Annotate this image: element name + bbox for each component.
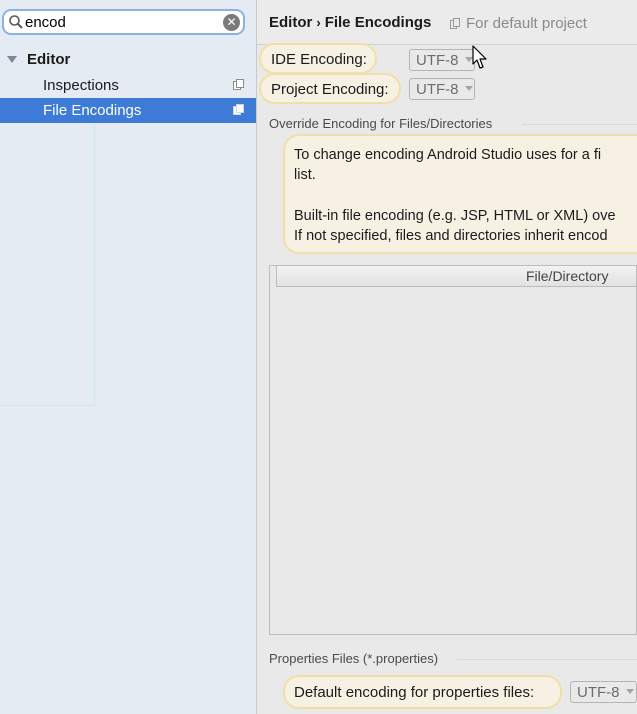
sidebar-item-file-encodings[interactable]: File Encodings — [0, 98, 256, 123]
section-divider — [522, 124, 637, 125]
expand-triangle-icon[interactable] — [7, 55, 17, 63]
tree-group-label: Editor — [27, 50, 71, 68]
project-scope-icon — [233, 79, 244, 90]
project-scope-icon — [233, 104, 244, 115]
override-section-title: Override Encoding for Files/Directories — [269, 116, 493, 131]
tree-group-editor[interactable]: Editor — [0, 48, 256, 70]
panel-header: Editor › File Encodings For default projec… — [257, 0, 637, 45]
properties-encoding-value: UTF-8 — [577, 684, 620, 701]
ide-encoding-label: IDE Encoding: — [271, 51, 367, 68]
sidebar-item-inspections[interactable]: Inspections — [0, 73, 256, 98]
file-encoding-table[interactable]: File/Directory — [269, 265, 637, 635]
ide-encoding-value: UTF-8 — [416, 52, 459, 69]
settings-sidebar: ✕ Editor Inspections File Encodings — [0, 0, 257, 714]
project-encoding-label-highlight: Project Encoding: — [259, 73, 401, 104]
info-line: Built-in file encoding (e.g. JSP, HTML o… — [294, 208, 616, 224]
chevron-down-icon — [625, 689, 634, 694]
settings-content: Editor › File Encodings For default projec… — [257, 0, 637, 714]
sidebar-item-label: File Encodings — [43, 102, 142, 119]
override-info-text: To change encoding Android Studio uses f… — [283, 134, 637, 254]
project-encoding-label: Project Encoding: — [271, 81, 389, 98]
scope-hint: For default project — [450, 15, 587, 32]
info-line: list. — [294, 167, 316, 183]
clear-search-icon[interactable]: ✕ — [223, 14, 240, 31]
breadcrumb: Editor › File Encodings — [269, 14, 431, 31]
project-encoding-select[interactable]: UTF-8 — [409, 78, 475, 100]
mouse-cursor-icon — [472, 45, 487, 69]
column-header-label: File/Directory — [526, 268, 609, 284]
project-encoding-value: UTF-8 — [416, 81, 459, 98]
scope-label: For default project — [466, 15, 587, 32]
info-line: To change encoding Android Studio uses f… — [294, 147, 602, 163]
search-icon — [9, 15, 23, 29]
properties-default-label: Default encoding for properties files: — [294, 684, 535, 701]
search-box: ✕ — [2, 9, 245, 35]
search-input[interactable] — [25, 13, 215, 31]
table-header-file-directory[interactable]: File/Directory — [276, 266, 636, 287]
section-divider — [457, 659, 637, 660]
info-line: If not specified, files and directories … — [294, 228, 608, 244]
properties-section-title: Properties Files (*.properties) — [269, 651, 439, 666]
ide-encoding-select[interactable]: UTF-8 — [409, 49, 475, 71]
ide-encoding-label-highlight: IDE Encoding: — [259, 43, 377, 74]
sidebar-empty-area — [0, 125, 95, 406]
properties-encoding-select[interactable]: UTF-8 — [570, 681, 637, 703]
chevron-down-icon — [464, 86, 473, 91]
project-scope-icon — [450, 18, 460, 29]
breadcrumb-current: File Encodings — [324, 14, 432, 31]
properties-label-highlight: Default encoding for properties files: — [283, 675, 562, 709]
breadcrumb-parent: Editor — [269, 14, 313, 31]
sidebar-item-label: Inspections — [43, 77, 119, 94]
breadcrumb-separator: › — [316, 15, 321, 30]
